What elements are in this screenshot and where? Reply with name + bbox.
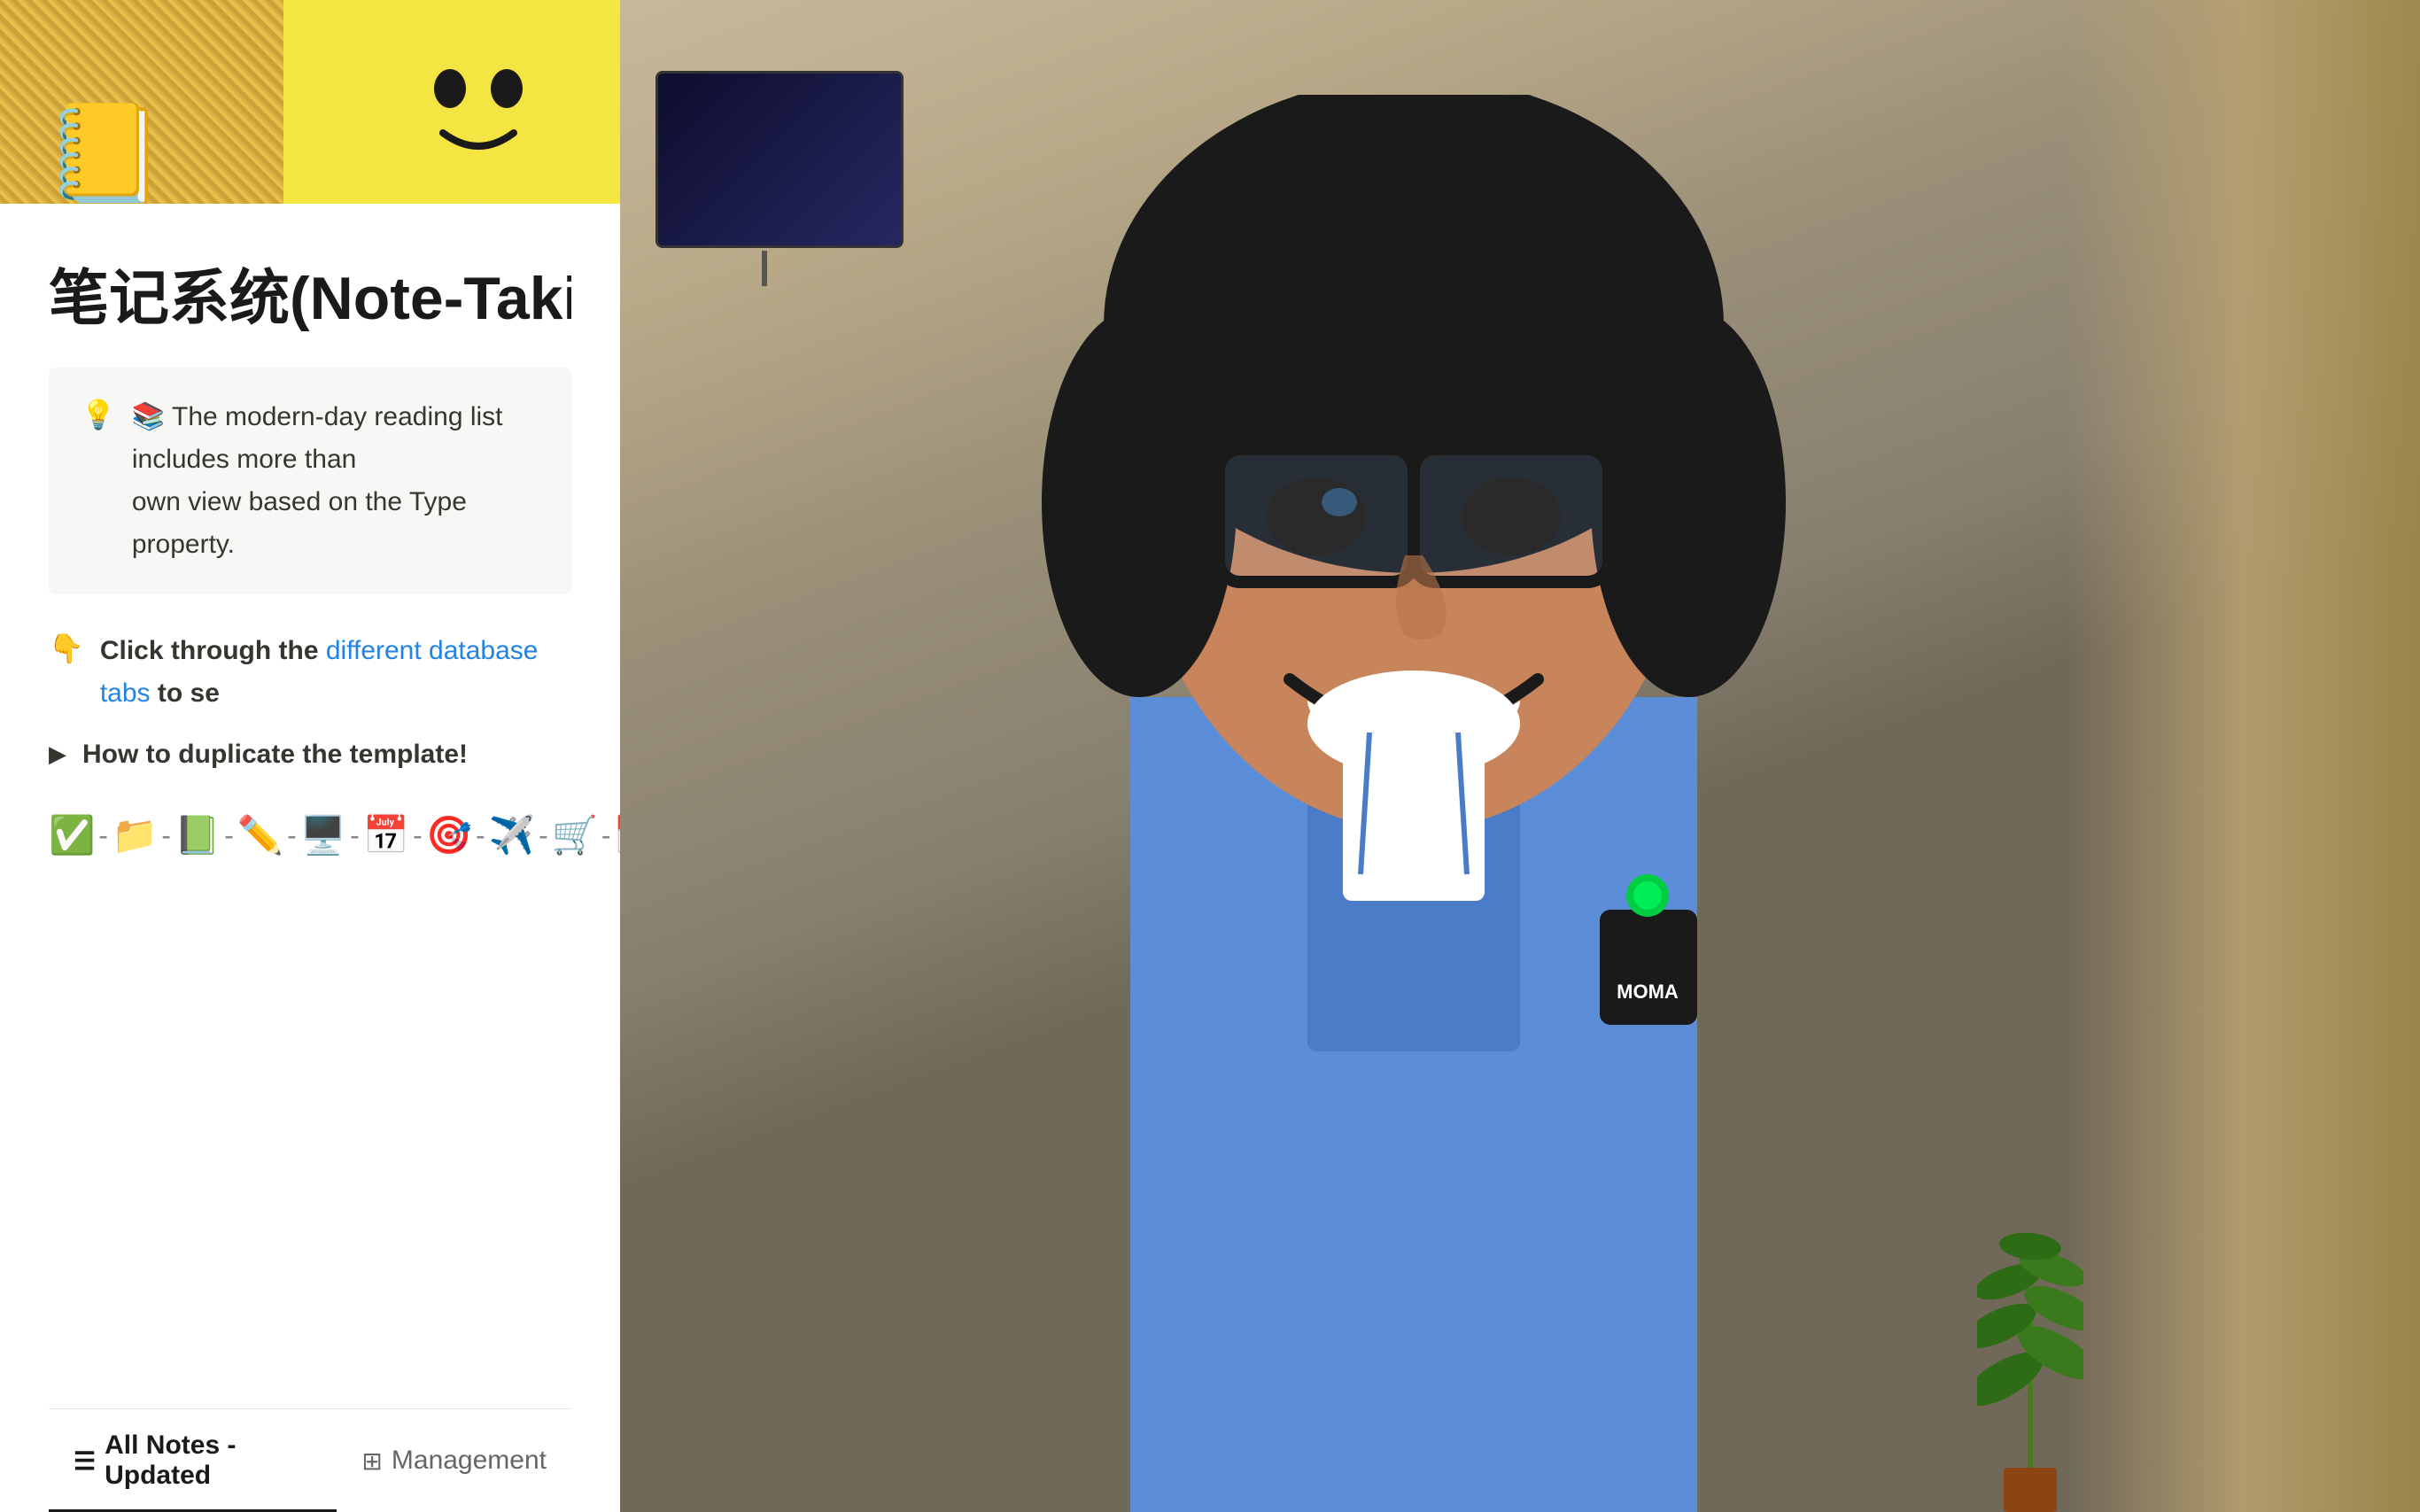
plant [1977, 1202, 2083, 1512]
toggle-arrow-icon: ▶ [49, 740, 66, 768]
bullet-1-text: Click through the different database tab… [100, 630, 571, 715]
sep-5: - [350, 819, 360, 852]
sep-7: - [476, 819, 485, 852]
callout-icon: 💡 [81, 398, 116, 431]
callout-box: 💡 📚 The modern-day reading list includes… [49, 368, 571, 594]
tab-management[interactable]: ⊞ Management [337, 1424, 571, 1497]
emoji-3[interactable]: 📗 [175, 814, 221, 857]
sep-6: - [413, 819, 423, 852]
emoji-9[interactable]: 🛒 [552, 814, 598, 857]
toggle-label-1: How to duplicate the template! [82, 740, 468, 770]
tab-grid-icon: ⊞ [361, 1446, 382, 1476]
sep-1: - [98, 819, 108, 852]
monitor [655, 71, 904, 248]
tab-all-notes[interactable]: ☰ All Notes - Updated [49, 1409, 337, 1512]
callout-text-line1: 📚 The modern-day reading list includes m… [132, 402, 503, 474]
toggle-item-1[interactable]: ▶ How to duplicate the template! [49, 740, 571, 770]
emoji-1[interactable]: ✅ [49, 814, 95, 857]
tab-list-icon: ☰ [74, 1446, 96, 1476]
emoji-6[interactable]: 📅 [363, 814, 409, 857]
callout-text-line2: own view based on the Type property. [132, 487, 467, 559]
sep-8: - [539, 819, 548, 852]
emoji-8[interactable]: ✈️ [489, 814, 535, 857]
page-content: 笔记系统(Note-Taking 💡 📚 The modern-day read… [0, 204, 620, 1512]
tabs-bar: ☰ All Notes - Updated ⊞ Management [49, 1408, 571, 1512]
emoji-bar: ✅ - 📁 - 📗 - ✏️ - 🖥️ - 📅 - 🎯 - ✈️ - 🛒 - 📆… [49, 814, 571, 857]
page-title: 笔记系统(Note-Taking [49, 266, 571, 332]
page-icon: 📒 [44, 106, 168, 204]
left-panel: 📒 笔记系统(Note-Taking 💡 📚 The modern-day re… [0, 0, 620, 1512]
emoji-2[interactable]: 📁 [112, 814, 158, 857]
tab-all-notes-label: All Notes - Updated [105, 1431, 312, 1491]
smiley-face-icon [390, 18, 567, 204]
bullet-1-icon: 👇 [49, 632, 84, 665]
sep-9: - [601, 819, 611, 852]
emoji-4[interactable]: ✏️ [237, 814, 283, 857]
emoji-7[interactable]: 🎯 [426, 814, 472, 857]
bullet-1: 👇 Click through the different database t… [49, 630, 571, 715]
tab-management-label: Management [392, 1446, 547, 1476]
sep-3: - [224, 819, 234, 852]
right-panel: MOMA [620, 0, 2420, 1512]
monitor-stand [762, 251, 767, 286]
emoji-5[interactable]: 🖥️ [300, 814, 346, 857]
sep-2: - [161, 819, 171, 852]
sep-4: - [287, 819, 297, 852]
callout-bullet-1: 💡 📚 The modern-day reading list includes… [81, 396, 539, 566]
curtain [2066, 0, 2420, 1512]
svg-text:MOMA: MOMA [1617, 981, 1679, 1003]
person-figure: MOMA [882, 95, 1945, 1512]
cover-image: 📒 [0, 0, 620, 204]
